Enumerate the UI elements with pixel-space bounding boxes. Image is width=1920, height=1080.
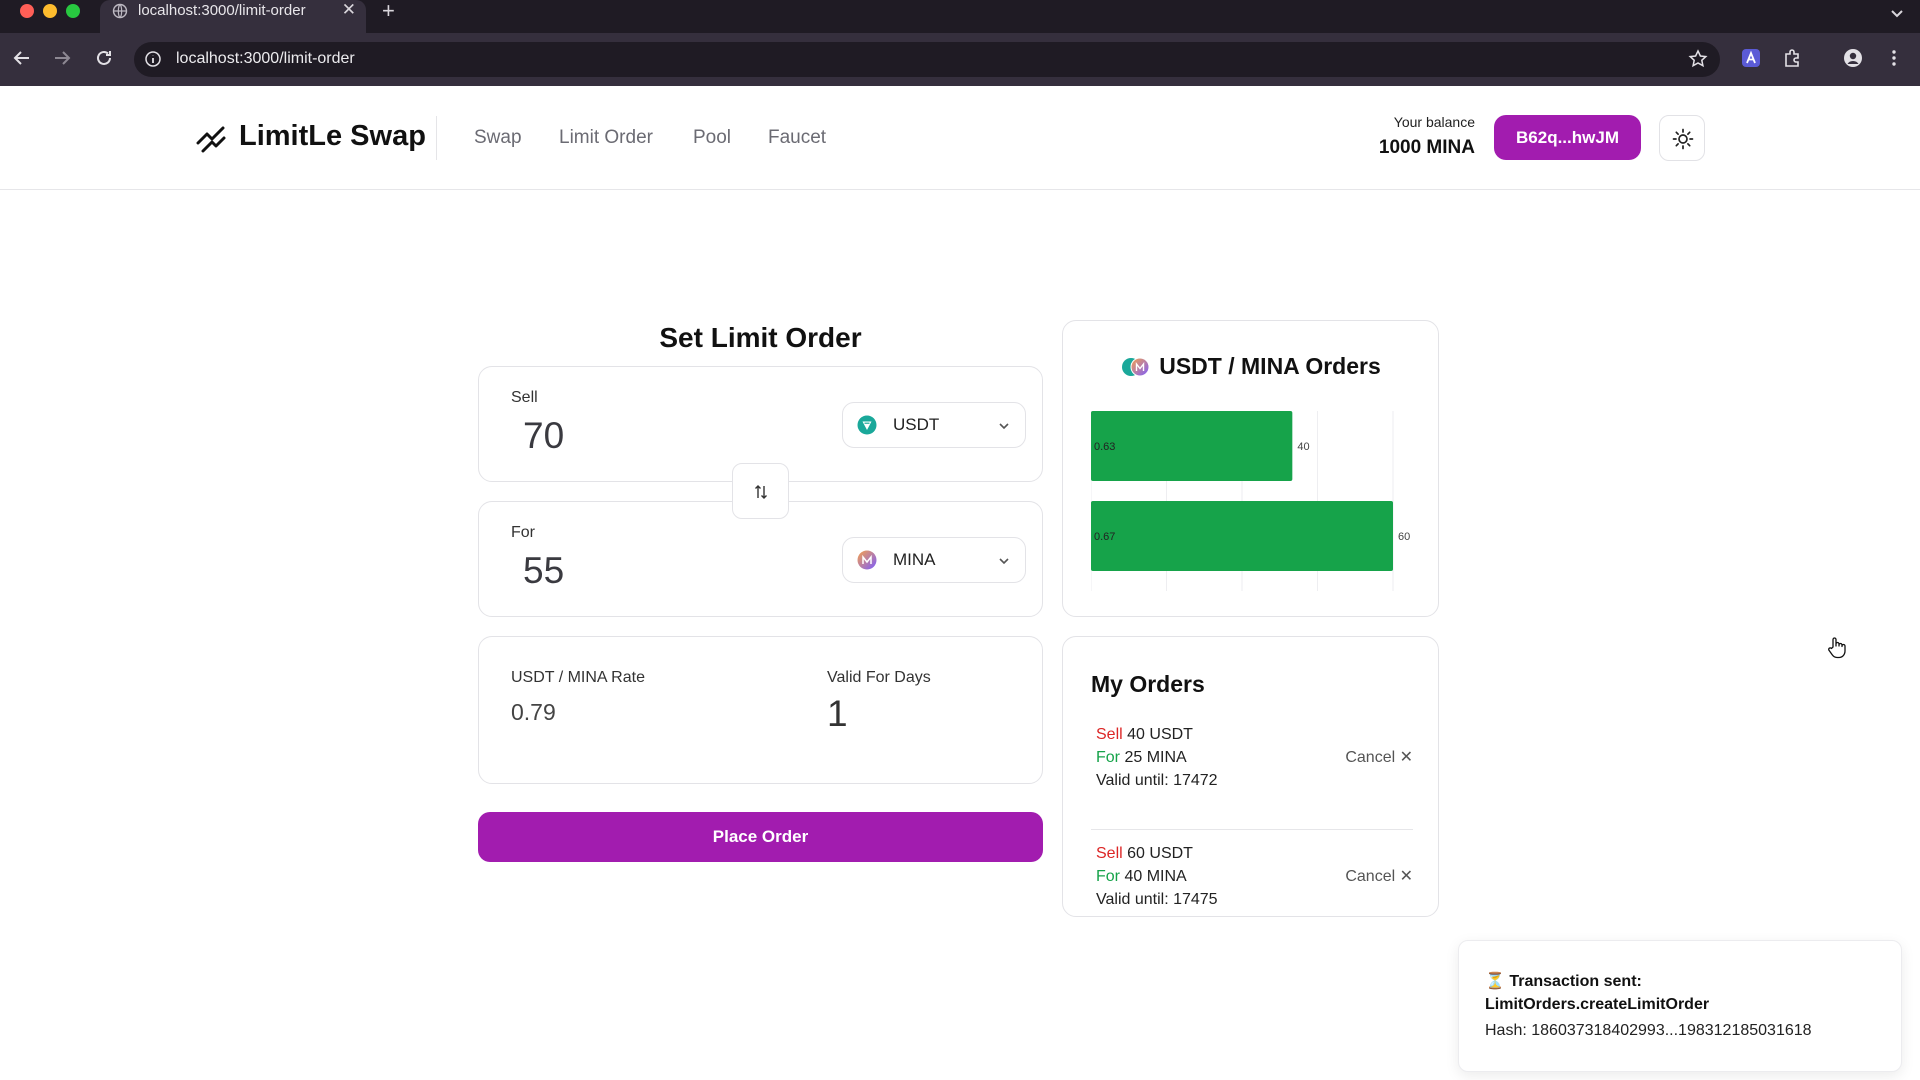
- chart-category-label: 0.63: [1094, 441, 1115, 453]
- nav-pool[interactable]: Pool: [693, 127, 731, 149]
- order-for-amount: 25 MINA: [1124, 749, 1187, 766]
- toast-line-2: LimitOrders.createLimitOrder: [1485, 996, 1710, 1013]
- order-for-line: For 40 MINA: [1096, 865, 1187, 888]
- sell-token-name: USDT: [893, 415, 940, 434]
- for-word: For: [1096, 749, 1120, 766]
- order-item: Sell 40 USDT For 25 MINA Valid until: 17…: [1091, 723, 1413, 830]
- toast-title: ⏳ Transaction sent: LimitOrders.createLi…: [1485, 970, 1709, 1016]
- order-sell-line: Sell 60 USDT: [1096, 842, 1193, 865]
- balance-value: 1000 MINA: [1378, 137, 1475, 158]
- valid-days-label: Valid For Days: [827, 669, 931, 686]
- switch-tokens-button[interactable]: [732, 463, 789, 519]
- tab-title: localhost:3000/limit-order: [138, 2, 306, 19]
- chevron-down-icon[interactable]: [1886, 2, 1908, 24]
- toast-hash: Hash: 186037318402993...198312185031618: [1485, 1022, 1812, 1039]
- puzzle-icon[interactable]: [1782, 47, 1804, 69]
- sell-word: Sell: [1096, 845, 1123, 862]
- theme-toggle-button[interactable]: [1659, 115, 1705, 161]
- cancel-order-button[interactable]: Cancel ✕: [1345, 865, 1413, 888]
- new-tab-button[interactable]: +: [382, 0, 395, 24]
- brand-name[interactable]: LimitLe Swap: [239, 120, 426, 153]
- chart-title: USDT / MINA Orders: [1063, 353, 1439, 380]
- wallet-address-button[interactable]: B62q...hwJM: [1494, 115, 1641, 160]
- extension-a-icon[interactable]: [1740, 47, 1762, 69]
- logo-icon[interactable]: [194, 121, 228, 155]
- token-pair-icon: [1122, 357, 1150, 377]
- orders-chart-card: USDT / MINA Orders 0.63 40 0.67 60: [1062, 320, 1439, 617]
- order-sell-line: Sell 40 USDT: [1096, 723, 1193, 746]
- browser-address-bar: localhost:3000/limit-order: [0, 33, 1920, 86]
- chart-bar[interactable]: [1091, 501, 1393, 571]
- order-item: Sell 60 USDT For 40 MINA Valid until: 17…: [1091, 830, 1413, 909]
- my-orders-card: My Orders Sell 40 USDT For 25 MINA Valid…: [1062, 636, 1439, 917]
- url-text: localhost:3000/limit-order: [176, 50, 355, 67]
- toast-line-1: ⏳ Transaction sent:: [1485, 973, 1642, 990]
- valid-days-input[interactable]: 1: [827, 693, 848, 735]
- browser-tab[interactable]: localhost:3000/limit-order ✕: [100, 0, 366, 33]
- chart-title-text: USDT / MINA Orders: [1159, 353, 1381, 379]
- sell-label: Sell: [511, 389, 538, 406]
- nav-faucet[interactable]: Faucet: [768, 127, 826, 149]
- swap-arrows-icon: [755, 485, 767, 499]
- order-valid-until: Valid until: 17475: [1096, 891, 1218, 908]
- hand-cursor-icon: [1828, 637, 1846, 659]
- forward-arrow-icon[interactable]: [51, 47, 73, 69]
- for-amount-input[interactable]: 55: [523, 550, 564, 592]
- sell-word: Sell: [1096, 726, 1123, 743]
- maximize-window-button[interactable]: [66, 4, 80, 18]
- close-window-button[interactable]: [20, 4, 34, 18]
- order-valid-until: Valid until: 17472: [1096, 772, 1218, 789]
- cancel-order-button[interactable]: Cancel ✕: [1345, 746, 1413, 769]
- rate-card: USDT / MINA Rate 0.79 Valid For Days 1: [478, 636, 1043, 784]
- browser-menu-icon[interactable]: [1883, 47, 1905, 69]
- profile-icon[interactable]: [1842, 47, 1864, 69]
- info-icon[interactable]: [144, 50, 162, 68]
- usdt-token-icon: [857, 415, 877, 435]
- orders-list[interactable]: Sell 40 USDT For 25 MINA Valid until: 17…: [1091, 723, 1413, 909]
- chart-bar[interactable]: [1091, 411, 1293, 481]
- for-token-select[interactable]: MINA: [842, 537, 1026, 583]
- minimize-window-button[interactable]: [43, 4, 57, 18]
- nav-limit-order[interactable]: Limit Order: [559, 127, 653, 149]
- orders-bar-chart: 0.63 40 0.67 60: [1091, 411, 1410, 591]
- chevron-down-icon: [999, 423, 1009, 430]
- for-label: For: [511, 524, 535, 541]
- for-word: For: [1096, 868, 1120, 885]
- chart-value-label: 60: [1398, 531, 1410, 543]
- order-sell-amount: 40 USDT: [1127, 726, 1193, 743]
- bookmark-star-icon[interactable]: [1688, 49, 1708, 69]
- sun-icon: [1672, 128, 1694, 150]
- sell-token-select[interactable]: USDT: [842, 402, 1026, 448]
- browser-tab-bar: localhost:3000/limit-order ✕ +: [0, 0, 1920, 33]
- rate-label: USDT / MINA Rate: [511, 669, 645, 686]
- url-bar[interactable]: localhost:3000/limit-order: [134, 42, 1720, 77]
- back-arrow-icon[interactable]: [11, 47, 33, 69]
- reload-icon[interactable]: [93, 47, 115, 69]
- order-for-amount: 40 MINA: [1124, 868, 1187, 885]
- for-token-name: MINA: [893, 550, 936, 569]
- chart-category-label: 0.67: [1094, 531, 1115, 543]
- my-orders-title: My Orders: [1091, 671, 1205, 697]
- chevron-down-icon: [999, 558, 1009, 565]
- header-divider: [436, 116, 437, 160]
- transaction-toast[interactable]: ⏳ Transaction sent: LimitOrders.createLi…: [1458, 940, 1902, 1072]
- sell-amount-input[interactable]: 70: [523, 415, 564, 457]
- chart-value-label: 40: [1297, 441, 1309, 453]
- order-for-line: For 25 MINA: [1096, 746, 1187, 769]
- globe-icon: [112, 3, 128, 19]
- order-sell-amount: 60 USDT: [1127, 845, 1193, 862]
- app-header: LimitLe Swap Swap Limit Order Pool Fauce…: [0, 86, 1920, 190]
- balance-label: Your balance: [1393, 114, 1475, 130]
- tab-close-icon[interactable]: ✕: [342, 0, 356, 20]
- mina-token-icon: [857, 550, 877, 570]
- rate-value: 0.79: [511, 699, 556, 725]
- nav-swap[interactable]: Swap: [474, 127, 522, 149]
- form-title: Set Limit Order: [659, 322, 862, 353]
- place-order-button[interactable]: Place Order: [478, 812, 1043, 862]
